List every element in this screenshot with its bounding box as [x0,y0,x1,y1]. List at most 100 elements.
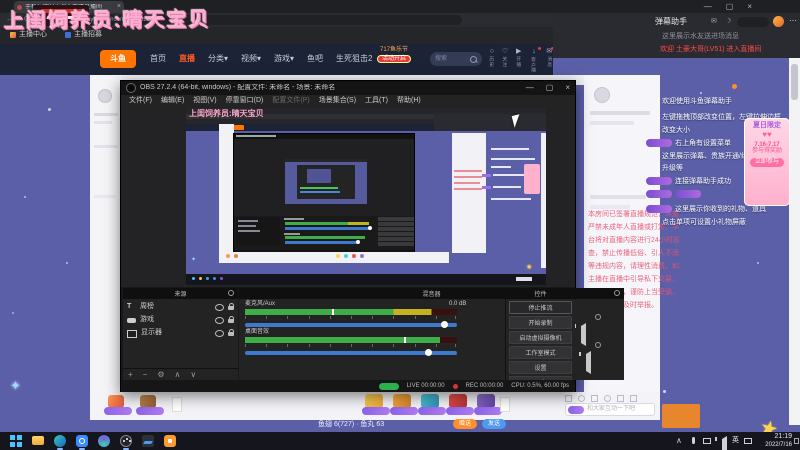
visibility-eye-icon[interactable] [215,317,224,324]
nav-item-category[interactable]: 分类▾ [208,53,228,64]
panel-gear-icon[interactable] [614,290,620,296]
bell-icon[interactable]: ✉ [711,18,717,26]
volume-slider[interactable] [245,321,457,328]
gift-count-box[interactable] [500,397,510,412]
source-properties-button[interactable]: ⚙ [157,370,164,380]
nav-item-yuba[interactable]: 鱼吧 [307,53,323,64]
app-icon[interactable] [164,435,176,447]
gift-icon[interactable] [477,394,495,408]
mute-speaker-icon[interactable] [586,351,591,374]
start-recording-button[interactable]: 开始录制 [509,316,572,329]
notification-center-icon[interactable] [794,438,799,444]
file-explorer-icon[interactable] [32,436,44,445]
nav-item-game[interactable]: 游戏▾ [274,53,294,64]
nav-icon-follow[interactable]: ♡ 关注 [501,48,508,76]
volume-slider[interactable] [245,349,457,356]
event-banner[interactable]: 夏日限定 ♥♥ 7.16-7.17 参与得奖励 立即参与 [744,118,790,206]
scrollbar-thumb[interactable] [791,64,798,100]
gift-button[interactable]: 赠送 [453,419,477,429]
chat-tool-icon[interactable] [604,395,611,402]
tray-display-icon[interactable] [703,438,711,444]
menu-edit[interactable]: 编辑(E) [161,97,184,105]
nav-icon-history[interactable]: ○ 历史 [488,48,495,76]
visibility-eye-icon[interactable] [215,330,224,337]
taskbar-clock[interactable]: 21:19 2022/7/16 [756,433,792,449]
add-source-button[interactable]: + [128,370,133,380]
search-input[interactable]: 搜索 [430,52,482,66]
start-button[interactable] [10,435,22,447]
nav-item-home[interactable]: 首页 [150,53,166,64]
page-scrollbar[interactable] [789,58,800,425]
chat-tool-icon[interactable] [630,395,637,402]
ime-indicator[interactable]: 英 [732,437,739,445]
menu-scene-collection[interactable]: 场景集合(S) [319,97,356,105]
nav-item-topic[interactable]: 生死狙击2 [336,53,372,64]
avatar[interactable] [773,16,784,27]
menu-help[interactable]: 帮助(H) [397,97,421,105]
user-pill[interactable] [737,17,769,27]
nav-promo-badge[interactable]: 717鱼乐节 活动开启 [373,47,415,71]
gift-icon[interactable] [365,394,383,408]
visibility-eye-icon[interactable] [215,304,224,311]
lock-icon[interactable] [228,302,234,310]
track-settings-icon[interactable] [595,342,601,348]
chat-tool-icon[interactable] [565,395,572,402]
nav-icon-broadcast[interactable]: ▶ 开播 [515,48,522,76]
gift-icon[interactable] [421,394,439,408]
browser-maximize-button[interactable]: ▢ [726,2,734,12]
slider-knob[interactable] [441,321,448,328]
nav-item-video[interactable]: 视频▾ [241,53,261,64]
douyu-logo[interactable]: 斗鱼 [100,50,136,68]
lock-icon[interactable] [228,328,234,336]
browser-close-button[interactable]: × [747,2,752,12]
app-icon[interactable] [98,435,110,447]
source-row[interactable]: 游戏 [127,314,234,327]
overflow-menu-icon[interactable]: ⋯ [789,16,797,26]
menu-file[interactable]: 文件(F) [129,97,152,105]
douyu-app-icon[interactable] [76,435,88,447]
gift-icon[interactable] [449,394,467,408]
tray-chevron-icon[interactable]: ∧ [676,436,682,446]
slider-knob[interactable] [425,349,432,356]
obs-taskbar-icon[interactable] [120,435,132,447]
settings-button[interactable]: 设置 [509,361,572,374]
source-row[interactable]: T 周榜 [127,301,234,314]
gift-count-box[interactable] [172,397,182,412]
menu-view[interactable]: 视图(V) [193,97,216,105]
chat-tool-icon[interactable] [617,395,624,402]
banner-button[interactable]: 立即参与 [750,157,784,167]
mute-speaker-icon[interactable] [581,323,586,346]
lock-icon[interactable] [228,315,234,323]
browser-minimize-button[interactable]: — [704,2,712,12]
nav-item-live[interactable]: 直播 [179,53,195,64]
remove-source-button[interactable]: − [143,370,148,380]
menu-docks[interactable]: 停靠窗口(D) [226,97,264,105]
nav-icon-client[interactable]: ↓ 客户端 [528,47,541,76]
move-up-button[interactable]: ∧ [175,370,181,380]
panel-gear-icon[interactable] [228,290,234,296]
chat-tool-icon[interactable] [591,395,598,402]
track-settings-icon[interactable] [595,314,601,320]
stop-streaming-button[interactable]: 停止推流 [509,301,572,314]
tray-speaker-icon[interactable] [722,436,727,450]
nav-icon-message[interactable]: ✉ 消息 [546,47,554,76]
studio-mode-button[interactable]: 工作室模式 [509,346,572,359]
app-icon[interactable] [142,435,154,447]
tray-keyboard-icon[interactable] [744,438,752,444]
moon-icon[interactable]: ☽ [725,18,731,26]
obs-maximize-button[interactable]: ▢ [546,83,554,93]
obs-close-button[interactable]: × [565,83,570,93]
sources-panel-header[interactable]: 来源 [123,288,238,299]
send-button[interactable]: 发送 [482,419,506,429]
edge-browser-icon[interactable] [54,435,66,447]
controls-panel-header[interactable]: 控件 [506,288,575,299]
danmaku-helper-header[interactable]: 弹幕助手 ✉ ☽ ⋯ 这里展示水友送进场消息 欢迎 土豪大哥(LV51) 进入直… [553,13,800,58]
obs-title-bar[interactable]: OBS 27.2.4 (64-bit, windows) - 配置文件: 未命名… [121,81,575,95]
virtual-camera-button[interactable]: 启动虚拟摄像机 [509,331,572,344]
move-down-button[interactable]: ∨ [190,370,196,380]
chat-tool-icon[interactable] [578,395,585,402]
menu-tools[interactable]: 工具(T) [365,97,388,105]
obs-minimize-button[interactable]: — [526,83,534,93]
menu-profile[interactable]: 配置文件(P) [272,97,309,105]
gift-icon[interactable] [393,394,411,408]
